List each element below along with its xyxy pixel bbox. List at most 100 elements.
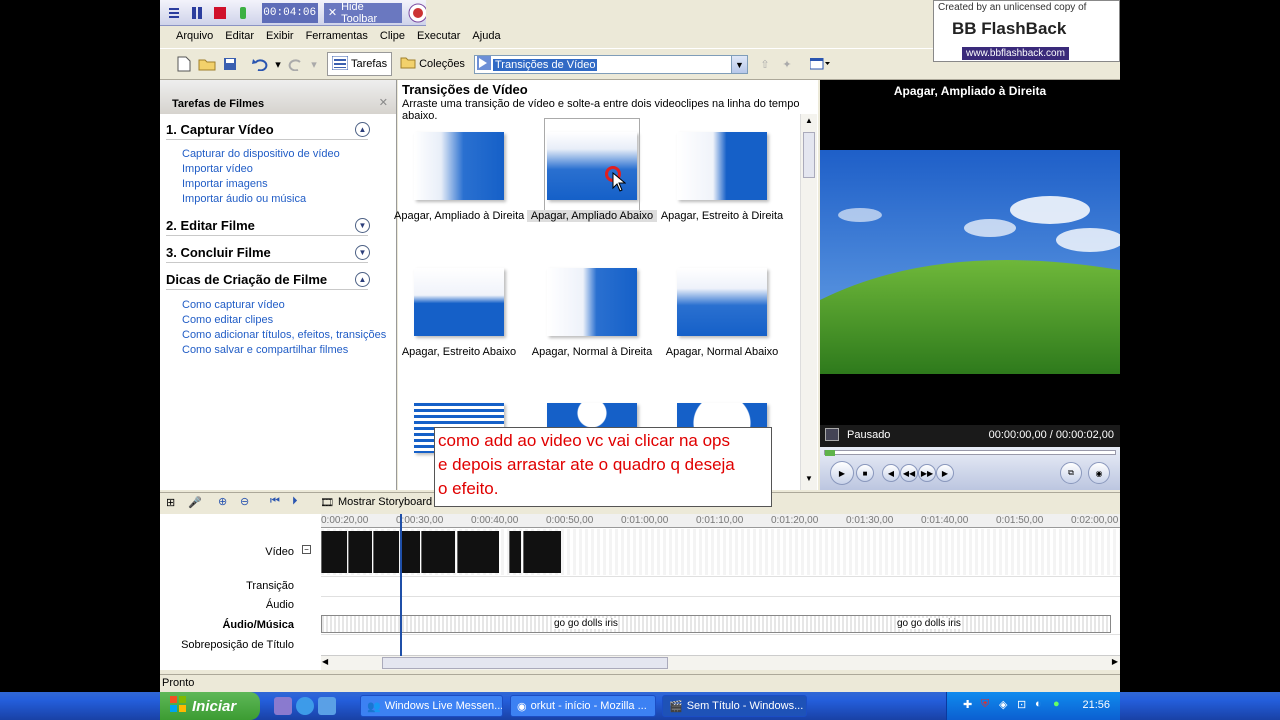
view-options-icon[interactable] [807, 54, 833, 74]
quicklaunch-app-icon[interactable] [318, 697, 336, 715]
zoom-out-icon[interactable]: ⊖ [240, 495, 249, 508]
scroll-thumb[interactable] [803, 132, 815, 178]
scroll-right-icon[interactable]: ▶ [1112, 657, 1118, 666]
chevron-down-icon[interactable]: ▼ [355, 245, 370, 260]
title-overlay-track[interactable] [321, 634, 1120, 654]
hide-toolbar-button[interactable]: ✕ Hide Toolbar [323, 1, 403, 25]
chevron-up-icon[interactable]: ▲ [355, 122, 370, 137]
transition-item[interactable]: Apagar, Normal à Direita [527, 268, 657, 358]
tray-network-icon[interactable]: ⊡ [1017, 698, 1026, 711]
tray-app-icon[interactable]: ✚ [963, 698, 972, 711]
start-button[interactable]: Iniciar [160, 692, 260, 720]
audio-track[interactable] [321, 596, 1120, 615]
collection-select[interactable]: Transições de Vídeo ▼ [474, 55, 748, 74]
stop-icon[interactable]: ■ [856, 464, 874, 482]
transition-item-selected[interactable]: Apagar, Ampliado Abaixo [527, 132, 657, 222]
link-capture-device[interactable]: Capturar do dispositivo de vídeo [182, 148, 340, 160]
video-clip[interactable] [421, 531, 455, 573]
menu-editar[interactable]: Editar [219, 30, 260, 42]
time-ruler[interactable]: 0:00:20,00 0:00:30,00 0:00:40,00 0:00:50… [321, 514, 1120, 528]
rewind-icon[interactable]: ◀◀ [900, 464, 918, 482]
section-finish-movie[interactable]: 3. Concluir Filme ▼ [166, 243, 370, 263]
section-movie-tips[interactable]: Dicas de Criação de Filme ▲ [166, 270, 370, 290]
transition-item[interactable]: Apagar, Estreito à Direita [657, 132, 787, 222]
music-track[interactable]: go go dolls iris go go dolls iris [321, 615, 1111, 633]
menu-ferramentas[interactable]: Ferramentas [300, 30, 374, 42]
tray-volume-icon[interactable]: ◐ [1035, 698, 1042, 710]
taskbar-item-firefox[interactable]: ◉ orkut - início - Mozilla ... [510, 695, 656, 717]
section-edit-movie[interactable]: 2. Editar Filme ▼ [166, 216, 370, 236]
monitor-view-icon[interactable] [825, 428, 839, 441]
scroll-down-icon[interactable]: ▼ [802, 474, 816, 488]
narrate-icon[interactable]: 🎤 [188, 496, 202, 509]
scroll-thumb[interactable] [382, 657, 668, 669]
scroll-left-icon[interactable]: ◀ [322, 657, 328, 666]
taskbar-item-movie-maker[interactable]: 🎬 Sem Título - Windows... [662, 695, 807, 717]
show-storyboard-button[interactable]: 🎞 Mostrar Storyboard [320, 496, 432, 509]
undo-dropdown-icon[interactable]: ▾ [273, 54, 283, 74]
quicklaunch-app-icon[interactable] [274, 697, 292, 715]
link-how-edit[interactable]: Como editar clipes [182, 314, 273, 326]
open-folder-icon[interactable] [197, 54, 217, 74]
split-clip-icon[interactable]: ⧉ [1060, 462, 1082, 484]
transition-item[interactable]: Apagar, Estreito Abaixo [394, 268, 524, 358]
tasks-button[interactable]: Tarefas [327, 52, 393, 76]
collection-scrollbar[interactable]: ▲ ▼ [800, 114, 817, 490]
play-timeline-icon[interactable]: ⏵ [292, 495, 298, 508]
chevron-up-icon[interactable]: ▲ [355, 272, 370, 287]
tray-messenger-icon[interactable]: ● [1053, 698, 1060, 710]
undo-icon[interactable] [250, 54, 270, 74]
collapse-icon[interactable]: − [302, 545, 311, 554]
video-clip[interactable] [509, 531, 521, 573]
new-project-icon[interactable] [174, 54, 194, 74]
tray-app-icon[interactable]: ◈ [999, 698, 1007, 711]
play-icon[interactable]: ▶ [830, 461, 854, 485]
transition-item[interactable]: Apagar, Ampliado à Direita [394, 132, 524, 222]
video-clip[interactable] [523, 531, 561, 573]
redo-dropdown-icon[interactable]: ▾ [309, 54, 319, 74]
previous-frame-icon[interactable]: ◀ [882, 464, 900, 482]
menu-clipe[interactable]: Clipe [374, 30, 411, 42]
taskbar-item-messenger[interactable]: 👥 Windows Live Messen... [360, 695, 503, 717]
transition-item[interactable]: Apagar, Normal Abaixo [657, 268, 787, 358]
transition-track[interactable] [321, 576, 1120, 596]
link-import-audio[interactable]: Importar áudio ou música [182, 193, 306, 205]
menu-executar[interactable]: Executar [411, 30, 466, 42]
internet-explorer-icon[interactable] [296, 697, 314, 715]
link-import-images[interactable]: Importar imagens [182, 178, 268, 190]
seek-handle[interactable] [825, 450, 835, 456]
forward-icon[interactable]: ▶▶ [918, 464, 936, 482]
seek-bar[interactable] [824, 450, 1116, 456]
video-clip[interactable] [373, 531, 399, 573]
save-icon[interactable] [220, 54, 240, 74]
marker-icon[interactable] [235, 4, 252, 22]
collections-button[interactable]: Coleções [396, 52, 469, 76]
chevron-down-icon[interactable]: ▼ [355, 218, 370, 233]
link-how-capture[interactable]: Como capturar vídeo [182, 299, 285, 311]
zoom-in-icon[interactable]: ⊕ [218, 495, 227, 508]
close-icon[interactable]: ✕ [379, 96, 388, 109]
snapshot-icon[interactable]: ◉ [1088, 462, 1110, 484]
link-import-video[interactable]: Importar vídeo [182, 163, 253, 175]
section-capture-video[interactable]: 1. Capturar Vídeo ▲ [166, 120, 370, 140]
chevron-down-icon[interactable]: ▼ [731, 56, 747, 73]
menu-ajuda[interactable]: Ajuda [466, 30, 506, 42]
storyboard-view-icon[interactable]: ⊞ [166, 496, 175, 509]
video-clip[interactable] [321, 531, 347, 573]
new-folder-icon[interactable]: ✦ [777, 54, 797, 74]
next-frame-icon[interactable]: ▶ [936, 464, 954, 482]
video-clip[interactable] [400, 531, 420, 573]
rewind-timeline-icon[interactable]: ⏮ [270, 495, 280, 508]
tray-security-icon[interactable]: ⛨ [981, 698, 989, 711]
scroll-up-icon[interactable]: ▲ [802, 116, 816, 130]
menu-icon[interactable] [166, 4, 183, 22]
video-clip[interactable] [457, 531, 499, 573]
video-track[interactable] [321, 529, 1120, 575]
stop-icon[interactable] [212, 4, 229, 22]
pause-icon[interactable] [189, 4, 206, 22]
menu-arquivo[interactable]: Arquivo [170, 30, 219, 42]
link-how-add-titles[interactable]: Como adicionar títulos, efeitos, transiç… [182, 329, 386, 341]
menu-exibir[interactable]: Exibir [260, 30, 300, 42]
redo-icon[interactable] [286, 54, 306, 74]
timeline-playhead[interactable] [400, 514, 402, 656]
